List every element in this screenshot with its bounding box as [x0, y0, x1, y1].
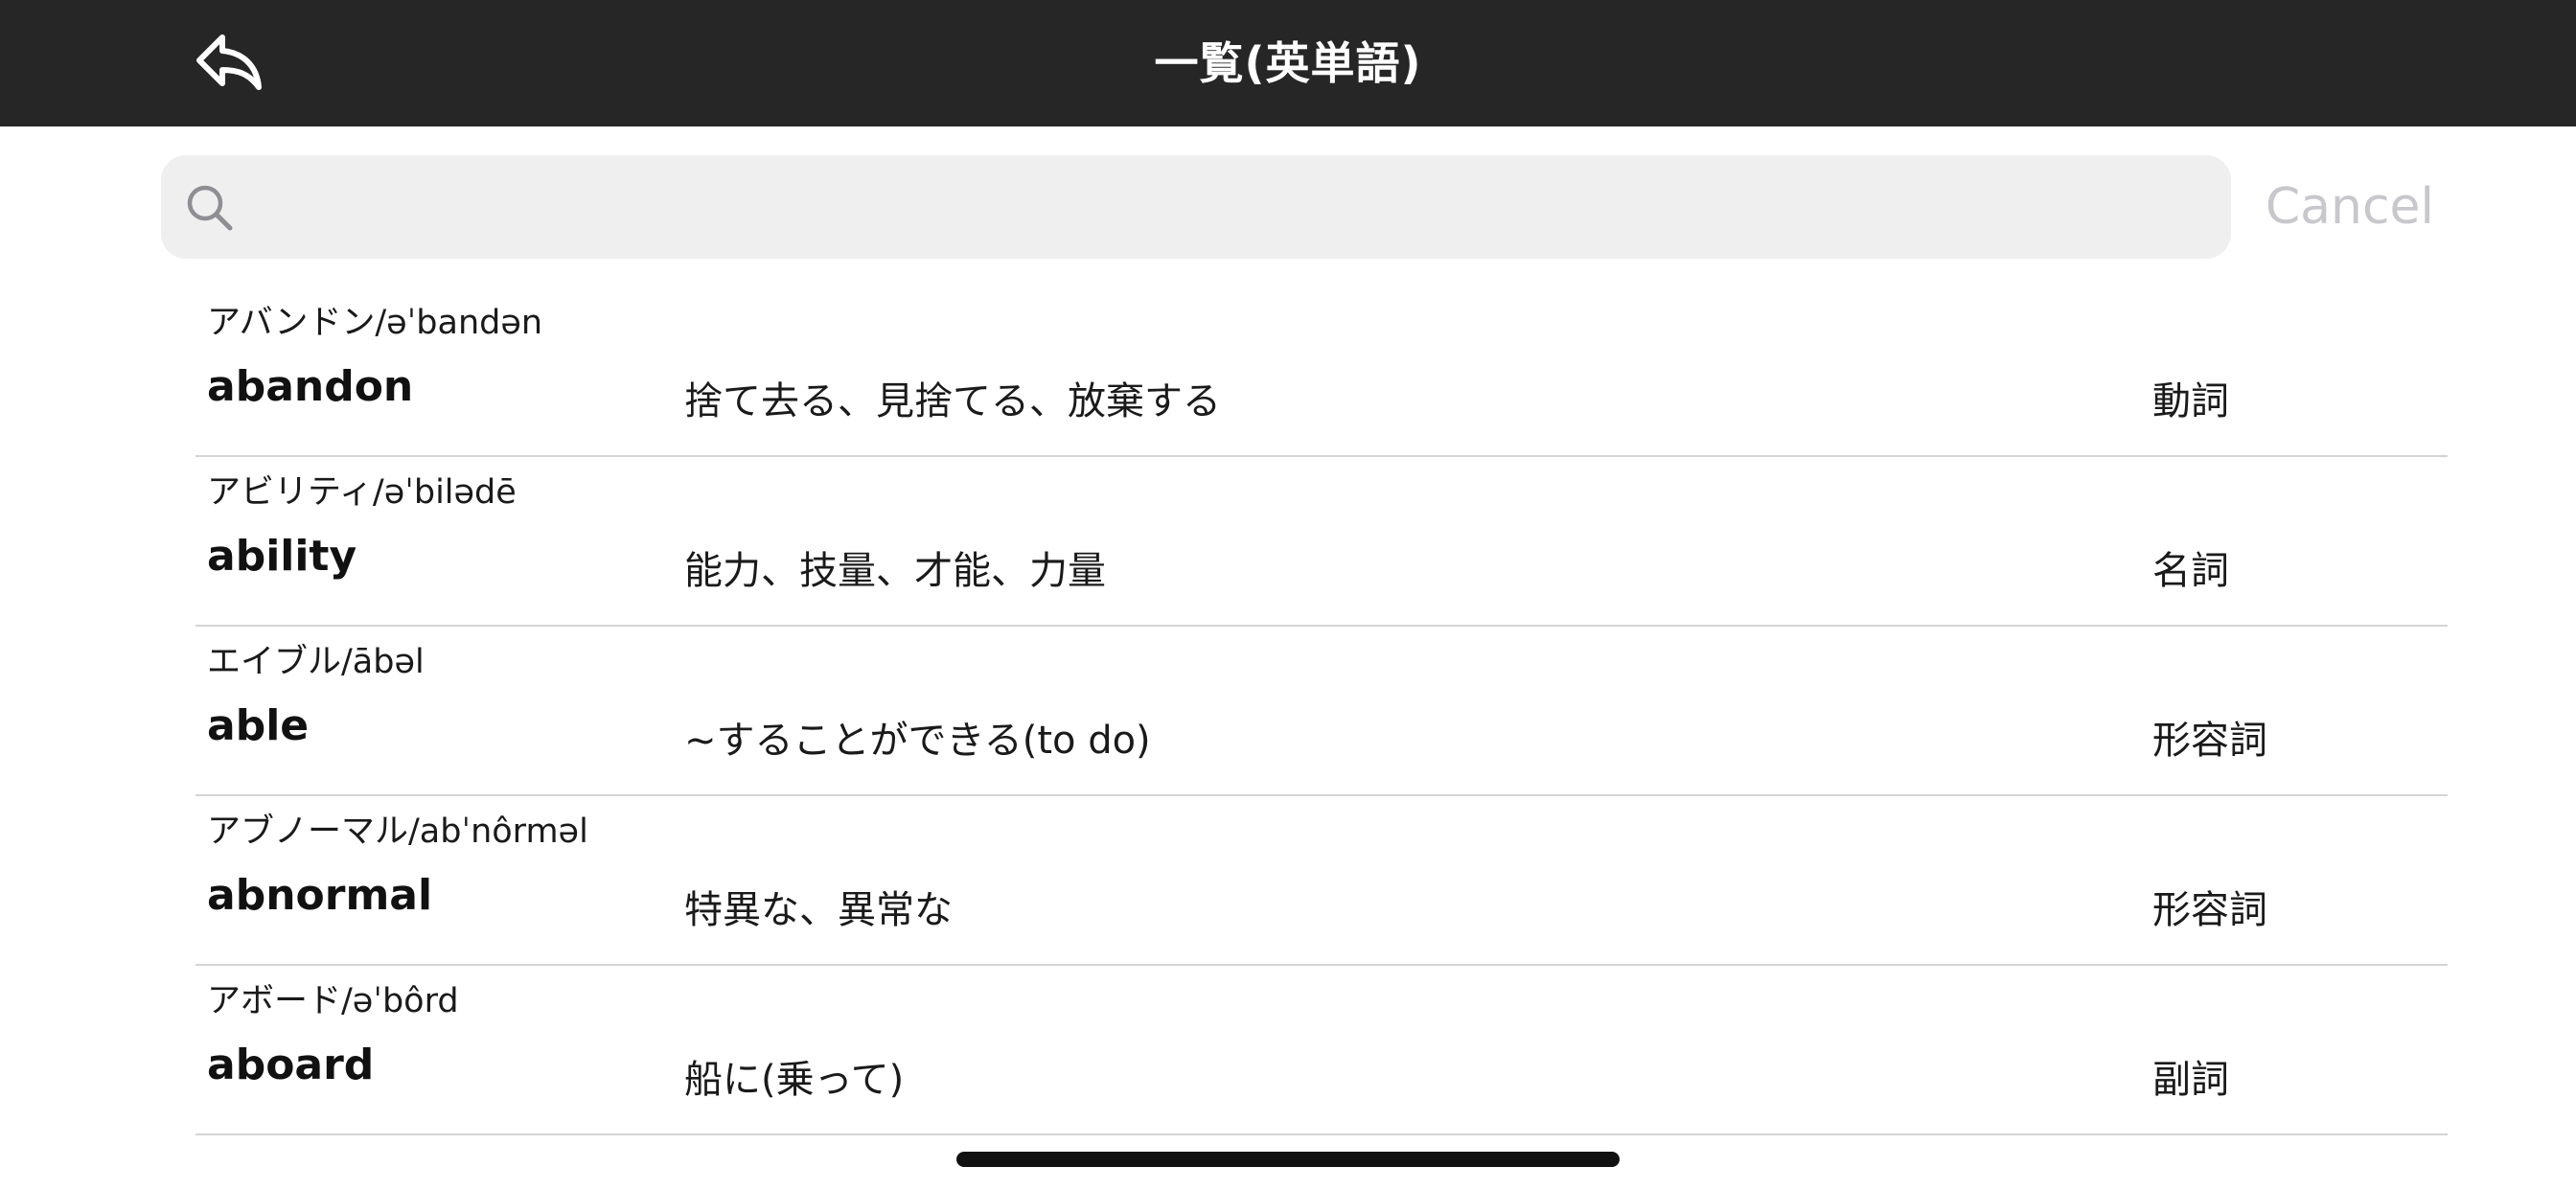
word-meaning: ~することができる(to do): [684, 719, 1151, 763]
part-of-speech: 副詞: [2152, 1058, 2229, 1102]
part-of-speech: 形容詞: [2152, 719, 2267, 763]
word-reading: アボード/əˈbôrd: [207, 982, 459, 1020]
cancel-button[interactable]: Cancel: [2242, 155, 2434, 259]
page-title: 一覧(英単語): [1154, 37, 1422, 89]
word-meaning: 能力、技量、才能、力量: [684, 549, 1106, 593]
word-meaning: 特異な、異常な: [684, 888, 953, 932]
back-arrow-icon: [196, 34, 262, 90]
word-term: aboard: [207, 1041, 375, 1089]
word-term: ability: [207, 532, 357, 581]
navigation-bar: 一覧(英単語): [0, 0, 2576, 126]
list-item[interactable]: エイブル/ābəl able ~することができる(to do) 形容詞: [0, 627, 2576, 796]
home-indicator[interactable]: [956, 1152, 1620, 1167]
part-of-speech: 動詞: [2152, 379, 2229, 423]
word-reading: エイブル/ābəl: [207, 643, 425, 681]
word-reading: アブノーマル/abˈnôrməl: [207, 812, 588, 851]
list-item[interactable]: アボード/əˈbôrd aboard 船に(乗って) 副詞: [0, 966, 2576, 1135]
search-icon: [187, 185, 233, 231]
search-bar[interactable]: [161, 155, 2231, 259]
word-term: able: [207, 701, 310, 750]
row-divider: [196, 1133, 2448, 1135]
word-term: abnormal: [207, 871, 433, 920]
word-list: アバンドン/əˈbandən abandon 捨て去る、見捨てる、放棄する 動詞…: [0, 287, 2576, 1135]
word-reading: アバンドン/əˈbandən: [207, 304, 543, 342]
list-item[interactable]: アブノーマル/abˈnôrməl abnormal 特異な、異常な 形容詞: [0, 796, 2576, 966]
word-meaning: 捨て去る、見捨てる、放棄する: [684, 379, 1221, 423]
word-reading: アビリティ/əˈbilədē: [207, 473, 517, 512]
back-button[interactable]: [190, 29, 270, 98]
list-item[interactable]: アバンドン/əˈbandən abandon 捨て去る、見捨てる、放棄する 動詞: [0, 287, 2576, 457]
part-of-speech: 形容詞: [2152, 888, 2267, 932]
app-screen: 一覧(英単語) Cancel アバンドン/əˈbandən abandon 捨て…: [0, 0, 2576, 1190]
list-item[interactable]: アビリティ/əˈbilədē ability 能力、技量、才能、力量 名詞: [0, 457, 2576, 627]
search-input[interactable]: [249, 155, 2214, 259]
word-meaning: 船に(乗って): [684, 1058, 905, 1102]
word-term: abandon: [207, 362, 414, 411]
part-of-speech: 名詞: [2152, 549, 2229, 593]
